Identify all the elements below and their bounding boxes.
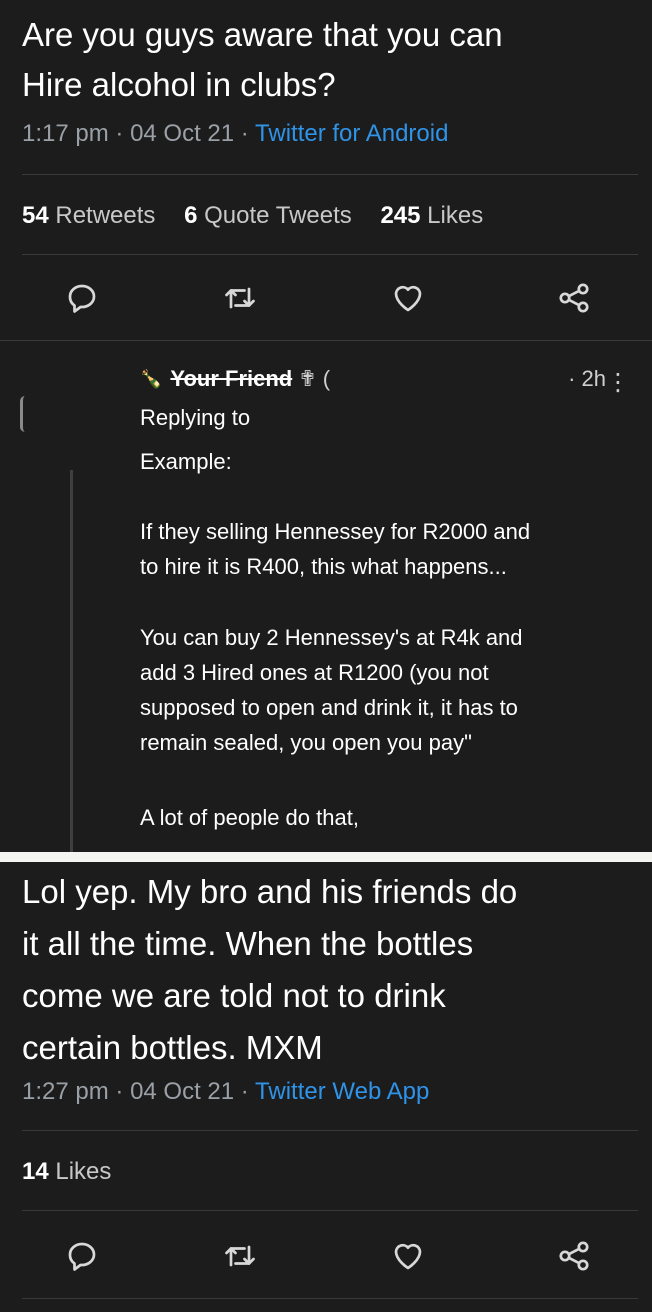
reply-paragraph: A lot of people do that,: [140, 805, 359, 830]
share-icon[interactable]: [556, 280, 592, 316]
divider: [22, 1298, 638, 1299]
tweet-meta: 1:27 pm · 04 Oct 21 · Twitter Web App: [22, 1078, 430, 1105]
divider: [0, 340, 652, 341]
tweet-bottom-panel: Lol yep. My bro and his friends do it al…: [0, 862, 652, 1312]
tweet-time: 1:27 pm: [22, 1078, 109, 1105]
reply-paragraph: Example:: [140, 449, 232, 474]
likes-stat[interactable]: 245 Likes: [380, 202, 483, 229]
tweet-date: 04 Oct 21: [130, 1078, 235, 1105]
replying-to-label: Replying to: [140, 405, 251, 430]
like-icon[interactable]: [390, 280, 426, 316]
tweet-stats: 54 Retweets 6 Quote Tweets 245 Likes: [22, 202, 483, 230]
thread-marker: [20, 396, 25, 432]
tweet-top-panel: Are you guys aware that you can Hire alc…: [0, 0, 652, 852]
tweet-source-link[interactable]: Twitter for Android: [255, 120, 448, 147]
divider: [22, 254, 638, 255]
reply-author-row: 🍾 Your Friend ✟ (: [140, 366, 330, 392]
reply-paragraph: If they selling Hennessey for R2000 and …: [140, 519, 531, 579]
more-options-icon[interactable]: ⋮: [606, 368, 630, 397]
retweet-icon[interactable]: [222, 1238, 258, 1274]
tweet-time: 1:17 pm: [22, 120, 109, 147]
tweet-date: 04 Oct 21: [130, 120, 235, 147]
tweet-text: Lol yep. My bro and his friends do it al…: [22, 873, 518, 1066]
reply-icon[interactable]: [64, 280, 100, 316]
tweet-text: Are you guys aware that you can Hire alc…: [22, 16, 503, 103]
reply-author-suffix: ✟ (: [298, 366, 331, 391]
divider: [22, 174, 638, 175]
quote-tweets-stat[interactable]: 6 Quote Tweets: [184, 202, 352, 229]
tweet-stats: 14 Likes: [22, 1158, 111, 1186]
like-icon[interactable]: [390, 1238, 426, 1274]
tweet-source-link[interactable]: Twitter Web App: [255, 1078, 429, 1105]
bottle-emoji: 🍾: [140, 368, 163, 389]
tweet-action-bar: [0, 1230, 652, 1280]
reply-time: · 2h: [568, 366, 606, 391]
tweet-action-bar: [0, 272, 652, 322]
screenshot-separator: [0, 852, 652, 862]
tweet-meta: 1:17 pm · 04 Oct 21 · Twitter for Androi…: [22, 120, 449, 147]
retweet-icon[interactable]: [222, 280, 258, 316]
reply-author-name[interactable]: Your Friend: [170, 366, 292, 392]
retweets-stat[interactable]: 54 Retweets: [22, 202, 155, 229]
share-icon[interactable]: [556, 1238, 592, 1274]
divider: [22, 1130, 638, 1131]
thread-line: [70, 470, 73, 852]
reply-icon[interactable]: [64, 1238, 100, 1274]
reply-paragraph: You can buy 2 Hennessey's at R4k and add…: [140, 625, 523, 755]
likes-stat[interactable]: 14 Likes: [22, 1158, 111, 1185]
divider: [22, 1210, 638, 1211]
